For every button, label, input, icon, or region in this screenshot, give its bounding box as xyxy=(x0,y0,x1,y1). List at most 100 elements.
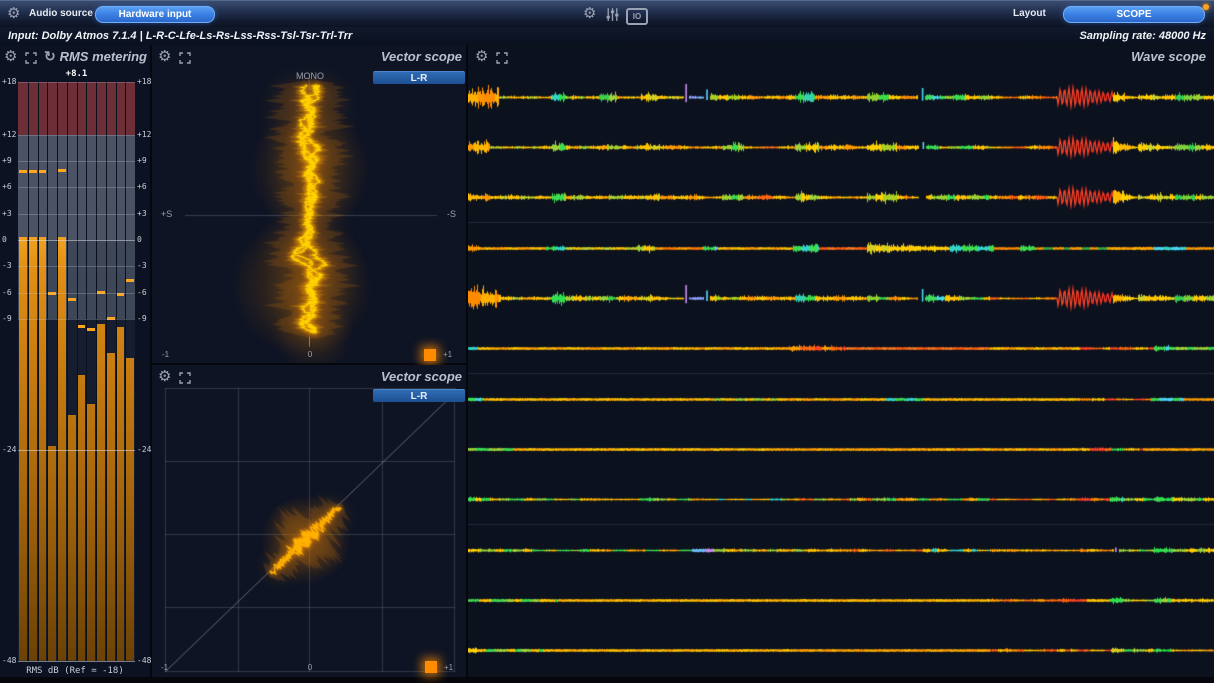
rms-metering-panel: ⚙ ↻ RMS metering +8.1 +18 +12 +9 +6 +3 0 -3 -6 -… xyxy=(0,45,150,677)
wave-panel-title: Wave scope xyxy=(1131,49,1206,64)
meter-bar-Rss xyxy=(87,404,95,661)
vs1-gear-icon[interactable]: ⚙ xyxy=(158,49,171,64)
db-scale-label: +3 xyxy=(2,210,12,218)
meter-gridline xyxy=(18,161,135,162)
meter-bar-Ls xyxy=(58,237,66,661)
vs2-zero-label: 0 xyxy=(300,663,320,672)
meter-channel-separator xyxy=(38,82,39,661)
rms-footer-label: RMS dB (Ref = -18) xyxy=(0,666,150,676)
vector-scope-2-panel: ⚙ Vector scope L-R -1 0 +1 xyxy=(152,365,466,677)
wave-expand-icon[interactable] xyxy=(496,51,508,69)
meter-channel-separator xyxy=(125,82,126,661)
hardware-input-button[interactable]: Hardware input xyxy=(95,6,215,23)
vs2-expand-icon[interactable] xyxy=(179,371,191,389)
meter-channel-separator xyxy=(106,82,107,661)
rms-gear-icon[interactable]: ⚙ xyxy=(4,49,17,64)
input-format-text: Input: Dolby Atmos 7.1.4 | L-R-C-Lfe-Ls-… xyxy=(8,28,352,44)
settings-gear-icon[interactable]: ⚙ xyxy=(583,6,596,21)
meter-bar-Lss xyxy=(77,375,85,661)
db-scale-label: +9 xyxy=(2,157,12,165)
meter-gridline xyxy=(18,240,135,241)
goniometer-display xyxy=(152,45,466,363)
db-scale-label: -3 xyxy=(2,262,12,270)
scope-button[interactable]: SCOPE xyxy=(1063,6,1205,23)
meter-bar-Trl xyxy=(116,327,124,661)
rms-peak-readout: +8.1 xyxy=(18,69,135,79)
layout-button[interactable]: Layout xyxy=(1013,6,1046,22)
audio-source-gear-icon[interactable]: ⚙ xyxy=(7,6,20,21)
meter-gridline xyxy=(18,187,135,188)
db-scale-label: +6 xyxy=(2,183,12,191)
meter-channel-separator xyxy=(116,82,117,661)
db-scale-label: -24 xyxy=(137,446,151,454)
vs2-mode-button[interactable]: L-R xyxy=(373,389,465,402)
analyzer-window: ⚙ Audio source Hardware input ⚙ IO Layou… xyxy=(0,0,1214,683)
vs2-plus1-label: +1 xyxy=(444,663,453,672)
io-icon[interactable]: IO xyxy=(626,8,648,25)
meter-peak-Trr xyxy=(126,279,134,282)
vs1-expand-icon[interactable] xyxy=(179,51,191,69)
meter-bar-Trr xyxy=(126,358,134,661)
meter-bar-Tsr xyxy=(107,353,115,661)
meter-channel-separator xyxy=(47,82,48,661)
meter-channel-separator xyxy=(67,82,68,661)
db-scale-label: +9 xyxy=(137,157,147,165)
info-bar: Input: Dolby Atmos 7.1.4 | L-R-C-Lfe-Ls-… xyxy=(0,27,1214,45)
meter-channel-separator xyxy=(57,82,58,661)
status-dot xyxy=(1203,4,1209,10)
rms-expand-icon[interactable] xyxy=(25,51,37,69)
wave-scope-display xyxy=(468,45,1214,677)
top-toolbar: ⚙ Audio source Hardware input ⚙ IO Layou… xyxy=(0,0,1214,27)
sampling-rate-text: Sampling rate: 48000 Hz xyxy=(1079,28,1206,44)
meter-peak-R xyxy=(29,170,37,173)
db-scale-label: +12 xyxy=(137,131,151,139)
vs1-plus1-label: +1 xyxy=(443,350,452,359)
vs1-mono-label: MONO xyxy=(280,71,340,81)
vs1-mode-button[interactable]: L-R xyxy=(373,71,465,84)
meter-channel-separator xyxy=(77,82,78,661)
meter-bar-R xyxy=(29,237,37,661)
meter-gridline xyxy=(18,135,135,136)
meter-peak-Rss xyxy=(87,328,95,331)
db-scale-label: -6 xyxy=(2,289,12,297)
vs1-center-tick xyxy=(309,337,310,347)
vs1-plus-s-label: +S xyxy=(161,209,172,219)
meter-gridline xyxy=(18,319,135,320)
db-scale-label: +6 xyxy=(137,183,147,191)
db-scale-label: -9 xyxy=(137,315,147,323)
meter-channel-separator xyxy=(86,82,87,661)
meter-gridline xyxy=(18,266,135,267)
sliders-icon[interactable] xyxy=(605,7,620,27)
db-scale-label: 0 xyxy=(137,236,142,244)
vs1-panel-title: Vector scope xyxy=(381,49,462,64)
meter-gridline xyxy=(18,661,135,662)
meter-bar-Lfe xyxy=(48,446,56,661)
vs2-correlation-marker xyxy=(425,661,437,673)
db-scale-label: -48 xyxy=(137,657,151,665)
rms-reset-icon[interactable]: ↻ xyxy=(44,49,56,63)
meter-peak-C xyxy=(38,170,46,173)
rms-panel-title: RMS metering xyxy=(60,49,147,64)
vs2-gear-icon[interactable]: ⚙ xyxy=(158,369,171,384)
db-scale-label: +18 xyxy=(137,78,151,86)
vs1-minus-s-label: -S xyxy=(447,209,456,219)
meter-gridline xyxy=(18,450,135,451)
wave-scope-panel: ⚙ Wave scope xyxy=(468,45,1214,677)
wave-gear-icon[interactable]: ⚙ xyxy=(475,49,488,64)
db-scale-label: -3 xyxy=(137,262,147,270)
db-scale-label: +12 xyxy=(2,131,16,139)
db-scale-label: -6 xyxy=(137,289,147,297)
meter-peak-Trl xyxy=(116,293,124,296)
db-scale-label: +18 xyxy=(2,78,16,86)
vs2-panel-title: Vector scope xyxy=(381,369,462,384)
db-scale-label: -48 xyxy=(2,657,16,665)
meter-bar-Tsl xyxy=(97,324,105,661)
meter-peak-Lss xyxy=(77,325,85,328)
meter-peak-Ls xyxy=(58,169,66,172)
vector-scope-1-panel: ⚙ Vector scope L-R MONO +S -S -1 0 +1 xyxy=(152,45,466,363)
meter-channel-separator xyxy=(96,82,97,661)
db-scale-label: 0 xyxy=(2,236,7,244)
vs1-zero-label: 0 xyxy=(300,350,320,359)
meter-bar-C xyxy=(38,237,46,661)
rms-meter xyxy=(18,82,135,661)
